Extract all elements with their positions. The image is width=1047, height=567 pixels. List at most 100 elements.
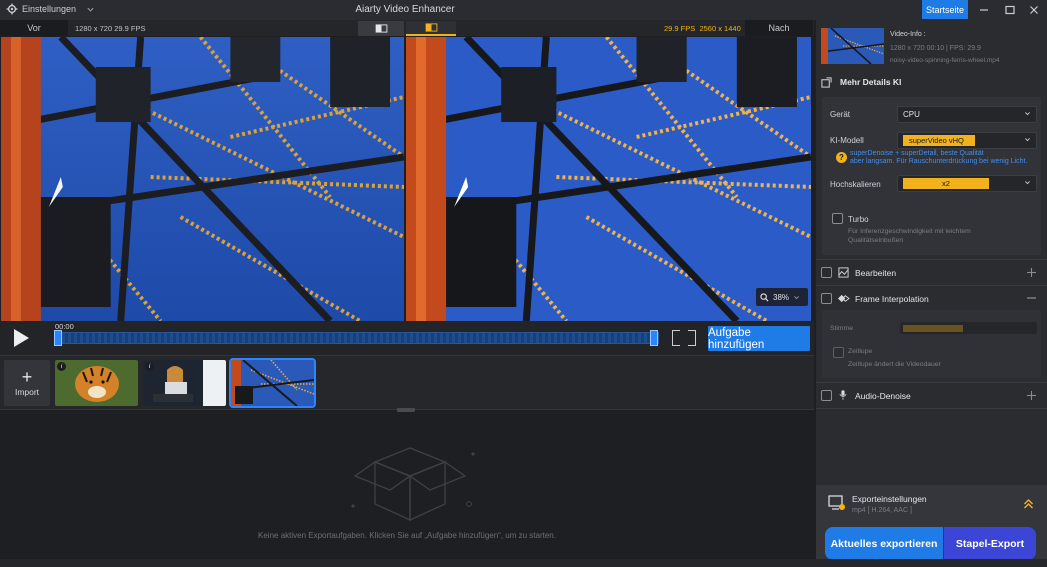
mark-out-icon[interactable] bbox=[688, 330, 696, 346]
fi-speed-label: Stimme bbox=[830, 325, 854, 332]
clip-thumbnail-ferris-wheel[interactable] bbox=[229, 358, 316, 408]
zoom-value: 38% bbox=[773, 292, 790, 302]
model-value: superVideo vHQ bbox=[903, 135, 975, 146]
zoom-control[interactable]: 38% bbox=[756, 288, 808, 306]
minus-icon[interactable] bbox=[1027, 297, 1036, 299]
home-button[interactable]: Startseite bbox=[922, 0, 968, 19]
microphone-icon bbox=[839, 390, 847, 400]
ferris-wheel-thumbnail-image bbox=[821, 28, 884, 64]
video-info-title: Video-Info : bbox=[890, 31, 926, 38]
play-icon[interactable] bbox=[10, 327, 32, 349]
export-settings-format: mp4 [ H.264, AAC ] bbox=[852, 507, 912, 514]
ai-section-title: Mehr Details KI bbox=[840, 77, 902, 87]
audio-section-header[interactable]: Audio-Denoise bbox=[816, 385, 1047, 407]
trim-end-handle[interactable] bbox=[650, 330, 658, 346]
divider bbox=[816, 259, 1047, 260]
fi-checkbox[interactable] bbox=[821, 293, 832, 304]
turbo-note-1: Für Inferenzgeschwindigkeit mit leichtem bbox=[848, 228, 971, 235]
model-select[interactable]: superVideo vHQ bbox=[897, 132, 1037, 149]
close-icon[interactable] bbox=[1022, 2, 1046, 18]
output-info: 29.9 FPS 2560 x 1440 bbox=[664, 24, 741, 33]
compare-mode-split-button[interactable] bbox=[406, 21, 456, 36]
preview-before-pane[interactable] bbox=[1, 37, 404, 321]
export-settings-icon bbox=[828, 495, 845, 510]
woman-thumbnail-image bbox=[143, 360, 226, 406]
clip-thumbnail-woman[interactable]: i bbox=[143, 360, 226, 406]
maximize-icon[interactable] bbox=[998, 2, 1022, 18]
export-settings-title: Exporteinstellungen bbox=[852, 494, 927, 504]
app-title: Aiarty Video Enhancer bbox=[355, 4, 455, 15]
preview-after-image bbox=[406, 37, 811, 321]
divider bbox=[816, 382, 1047, 383]
model-note-1: superDenoise + superDetail, beste Qualit… bbox=[850, 150, 984, 157]
empty-queue-message: Keine aktiven Exportaufgaben. Klicken Si… bbox=[258, 531, 556, 540]
timeline-track[interactable] bbox=[55, 332, 659, 344]
info-icon[interactable]: i bbox=[145, 362, 154, 371]
import-button[interactable]: + Import bbox=[4, 360, 50, 406]
plus-icon: + bbox=[21, 367, 33, 387]
plus-icon[interactable] bbox=[1027, 268, 1036, 277]
plus-icon[interactable] bbox=[1027, 391, 1036, 400]
preview-after-pane[interactable] bbox=[406, 37, 811, 321]
preview-header: Vor 1280 x 720 29.9 FPS 29.9 FPS 2560 x … bbox=[0, 20, 814, 36]
slowmo-checkbox[interactable] bbox=[833, 347, 844, 358]
ferris-wheel-thumbnail-image bbox=[231, 360, 314, 406]
slowmo-label: Zeitlupe bbox=[848, 348, 873, 355]
fi-speed-value-bar bbox=[903, 325, 963, 332]
batch-export-button[interactable]: Stapel-Export bbox=[944, 527, 1036, 560]
fi-label: Frame Interpolation bbox=[855, 294, 929, 304]
empty-box-icon bbox=[351, 447, 475, 522]
edit-checkbox[interactable] bbox=[821, 267, 832, 278]
video-info-meta: 1280 x 720 00:10 | FPS: 29.9 bbox=[890, 45, 981, 52]
chevron-down-icon bbox=[794, 295, 799, 299]
status-strip bbox=[0, 559, 1047, 567]
clip-strip: + Import i i bbox=[0, 355, 814, 409]
import-label: Import bbox=[14, 387, 40, 397]
title-bar: Einstellungen Aiarty Video Enhancer Star… bbox=[0, 0, 1047, 20]
single-view-icon bbox=[375, 24, 387, 33]
scale-value: x2 bbox=[903, 178, 989, 189]
chevron-down-icon bbox=[1025, 138, 1030, 142]
edit-section-header[interactable]: Bearbeiten bbox=[816, 262, 1047, 284]
scale-label: Hochskalieren bbox=[830, 180, 881, 189]
preview-before-image bbox=[1, 37, 404, 321]
help-icon[interactable]: ? bbox=[836, 152, 847, 163]
trim-start-handle[interactable] bbox=[54, 330, 62, 346]
resize-handle[interactable] bbox=[397, 408, 415, 412]
divider bbox=[816, 285, 1047, 286]
scale-select[interactable]: x2 bbox=[897, 175, 1037, 192]
export-current-button[interactable]: Aktuelles exportieren bbox=[825, 527, 943, 560]
model-label: KI-Modell bbox=[830, 136, 864, 145]
fi-section-header[interactable]: Frame Interpolation bbox=[816, 288, 1047, 310]
mark-in-icon[interactable] bbox=[672, 330, 680, 346]
frames-icon bbox=[838, 294, 850, 303]
compare-mode-single-button[interactable] bbox=[358, 21, 404, 36]
video-info-thumbnail bbox=[821, 28, 884, 64]
app-window: Einstellungen Aiarty Video Enhancer Star… bbox=[0, 0, 1047, 567]
device-select[interactable]: CPU bbox=[897, 106, 1037, 123]
output-resolution: 2560 x 1440 bbox=[699, 24, 741, 33]
video-info-filename: noisy-video-spinning-ferris-wheel.mp4 bbox=[890, 57, 1000, 64]
device-value: CPU bbox=[903, 110, 920, 119]
clip-thumbnail-tiger[interactable]: i bbox=[55, 360, 138, 406]
output-fps: 29.9 FPS bbox=[664, 24, 696, 33]
model-note-2: aber langsam. Für Rauschunterdrückung be… bbox=[850, 158, 1028, 165]
ai-section-header[interactable]: Mehr Details KI bbox=[816, 71, 1047, 93]
chevron-down-icon bbox=[1025, 112, 1030, 116]
audio-checkbox[interactable] bbox=[821, 390, 832, 401]
timeline-range bbox=[56, 333, 658, 343]
divider bbox=[816, 408, 1047, 409]
magnifier-icon bbox=[760, 292, 769, 302]
turbo-checkbox[interactable] bbox=[832, 213, 843, 224]
split-view-icon bbox=[425, 23, 437, 32]
info-icon[interactable]: i bbox=[57, 362, 66, 371]
chevron-up-icon[interactable] bbox=[1023, 498, 1034, 510]
edit-label: Bearbeiten bbox=[855, 268, 897, 278]
audio-label: Audio-Denoise bbox=[855, 391, 911, 401]
after-label: Nach bbox=[745, 20, 813, 36]
add-task-button[interactable]: Aufgabe hinzufügen bbox=[708, 326, 810, 351]
source-info: 1280 x 720 29.9 FPS bbox=[75, 24, 146, 33]
playback-bar: 00:00 Aufgabe hinzufügen bbox=[0, 321, 814, 355]
edit-icon bbox=[838, 267, 849, 278]
minimize-icon[interactable] bbox=[972, 2, 996, 18]
